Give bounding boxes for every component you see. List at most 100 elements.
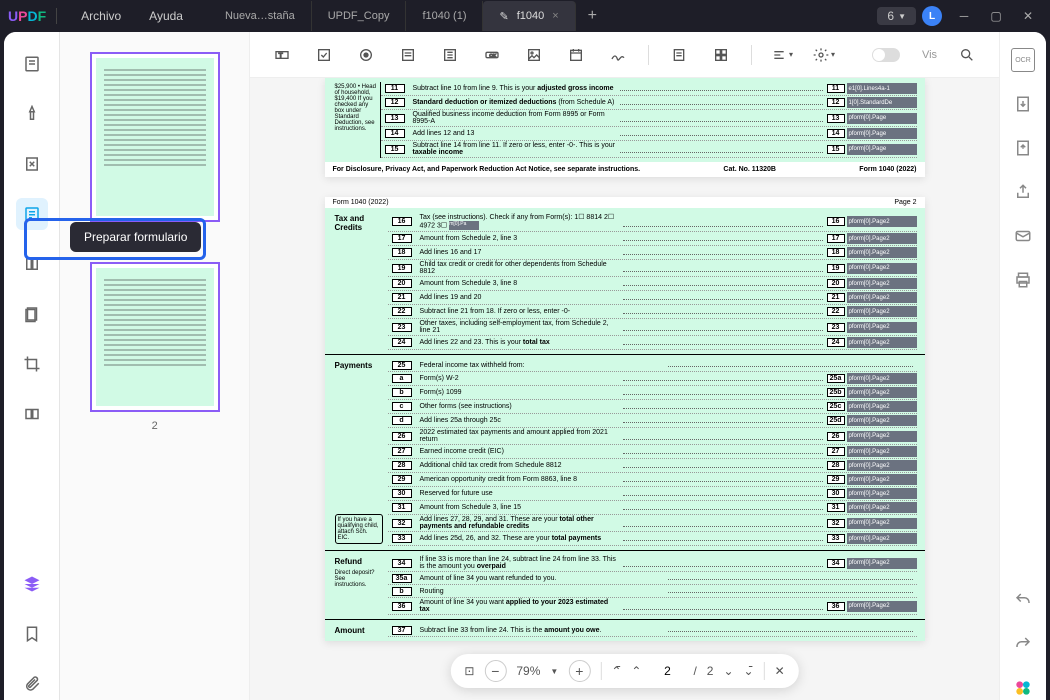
- form-field[interactable]: pform[0].Page: [847, 113, 917, 124]
- text-field-tool-icon[interactable]: T: [270, 43, 294, 67]
- form-field[interactable]: pform[0].Page2: [847, 533, 917, 544]
- close-button[interactable]: ✕: [1014, 4, 1042, 28]
- organize-tool-icon[interactable]: [16, 248, 48, 280]
- highlight-tool-icon[interactable]: [16, 98, 48, 130]
- convert-icon[interactable]: [1011, 92, 1035, 116]
- form-field[interactable]: pform[0].Page2: [847, 488, 917, 499]
- line-number: 15: [385, 145, 405, 154]
- form-field[interactable]: pform[0].Page2: [847, 322, 917, 333]
- form-field[interactable]: pform[0].Page: [847, 144, 917, 155]
- visibility-toggle[interactable]: [872, 48, 900, 62]
- redo-icon[interactable]: [1011, 632, 1035, 656]
- ocr-icon[interactable]: OCR: [1011, 48, 1035, 72]
- form-field[interactable]: pform[0].Page2: [847, 460, 917, 471]
- form-field[interactable]: pform[0].Page2: [847, 233, 917, 244]
- zoom-out-button[interactable]: −: [484, 660, 506, 682]
- menu-archivo[interactable]: Archivo: [67, 9, 135, 23]
- maximize-button[interactable]: ▢: [982, 4, 1010, 28]
- new-tab-button[interactable]: +: [576, 1, 609, 31]
- ai-icon[interactable]: [1011, 676, 1035, 700]
- notification-badge[interactable]: 6 ▼: [877, 7, 916, 25]
- page-tool-icon[interactable]: [16, 298, 48, 330]
- zoom-in-button[interactable]: +: [568, 660, 590, 682]
- form-field[interactable]: pform[0].Page2: [847, 601, 917, 612]
- form-field[interactable]: pform[0].Page2: [847, 518, 917, 529]
- fit-icon[interactable]: ⊡: [464, 664, 474, 678]
- inline-form-field[interactable]: m[0].Pa: [449, 221, 479, 230]
- export-icon[interactable]: [1011, 136, 1035, 160]
- line-number: 23: [392, 323, 412, 332]
- grid-icon[interactable]: [709, 43, 733, 67]
- form-field[interactable]: pform[0].Page2: [847, 278, 917, 289]
- form-field[interactable]: e1[0].Lines4a-1: [847, 83, 917, 94]
- form-list-icon[interactable]: [667, 43, 691, 67]
- align-icon[interactable]: ▾: [770, 43, 794, 67]
- line-text: Form(s) W-2: [416, 375, 620, 382]
- user-avatar[interactable]: L: [922, 6, 942, 26]
- form-field[interactable]: pform[0].Page2: [847, 502, 917, 513]
- tab-strip: Nueva…staña UPDF_Copy f1040 (1) ✎ f1040 …: [209, 1, 877, 31]
- close-icon[interactable]: ×: [552, 10, 558, 22]
- tab-f1040[interactable]: ✎ f1040 ×: [483, 1, 575, 31]
- form-field[interactable]: pform[0].Page2: [847, 415, 917, 426]
- first-page-button[interactable]: ⌃̄: [611, 664, 621, 678]
- dropdown-tool-icon[interactable]: [396, 43, 420, 67]
- next-page-button[interactable]: ⌄: [723, 664, 733, 678]
- edit-tool-icon[interactable]: [16, 148, 48, 180]
- form-field[interactable]: pform[0].Page2: [847, 446, 917, 457]
- thumbnail-1[interactable]: 1: [76, 52, 233, 242]
- form-field[interactable]: pform[0].Page2: [847, 373, 917, 384]
- undo-icon[interactable]: [1011, 588, 1035, 612]
- form-field[interactable]: pform[0].Page2: [847, 306, 917, 317]
- line-number-right: 21: [827, 293, 845, 302]
- form-row: 37Subtract line 33 from line 24. This is…: [388, 624, 917, 637]
- last-page-button[interactable]: ⌄̄: [744, 664, 754, 678]
- zoom-dropdown-icon[interactable]: ▼: [550, 667, 558, 676]
- menu-ayuda[interactable]: Ayuda: [135, 9, 197, 23]
- bookmark-icon[interactable]: [16, 618, 48, 650]
- tab-new[interactable]: Nueva…staña: [209, 1, 312, 31]
- print-icon[interactable]: [1011, 268, 1035, 292]
- compare-tool-icon[interactable]: [16, 398, 48, 430]
- form-field[interactable]: pform[0].Page: [847, 128, 917, 139]
- form-field[interactable]: pform[0].Page2: [847, 216, 917, 227]
- form-field[interactable]: pform[0].Page2: [847, 387, 917, 398]
- list-tool-icon[interactable]: [438, 43, 462, 67]
- radio-tool-icon[interactable]: [354, 43, 378, 67]
- form-row: cOther forms (see instructions)25cpform[…: [388, 400, 917, 414]
- form-row: 15Subtract line 14 from line 11. If zero…: [381, 141, 917, 158]
- form-field[interactable]: pform[0].Page2: [847, 474, 917, 485]
- email-icon[interactable]: [1011, 224, 1035, 248]
- tab-copy[interactable]: UPDF_Copy: [312, 1, 407, 31]
- button-tool-icon[interactable]: OK: [480, 43, 504, 67]
- page-current-input[interactable]: [651, 664, 683, 678]
- reader-tool-icon[interactable]: [16, 48, 48, 80]
- form-field[interactable]: pform[0].Page2: [847, 558, 917, 569]
- prepare-form-tool-icon[interactable]: [16, 198, 48, 230]
- titlebar: UPDF Archivo Ayuda Nueva…staña UPDF_Copy…: [0, 0, 1050, 32]
- settings-icon[interactable]: ▾: [812, 43, 836, 67]
- layers-icon[interactable]: [16, 568, 48, 600]
- form-field[interactable]: pform[0].Page2: [847, 431, 917, 442]
- share-icon[interactable]: [1011, 180, 1035, 204]
- document-viewport[interactable]: $25,900 • Head of household, $19,400 If …: [250, 78, 999, 700]
- thumbnail-2[interactable]: 2: [76, 262, 233, 432]
- search-icon[interactable]: [955, 43, 979, 67]
- attachment-icon[interactable]: [16, 668, 48, 700]
- line-text: Amount of line 34 you want refunded to y…: [416, 575, 665, 582]
- form-field[interactable]: pform[0].Page2: [847, 263, 917, 274]
- form-field[interactable]: pform[0].Page2: [847, 401, 917, 412]
- checkbox-tool-icon[interactable]: [312, 43, 336, 67]
- date-tool-icon[interactable]: [564, 43, 588, 67]
- prev-page-button[interactable]: ⌃: [631, 664, 641, 678]
- signature-tool-icon[interactable]: [606, 43, 630, 67]
- tab-f1040-1[interactable]: f1040 (1): [406, 1, 483, 31]
- crop-tool-icon[interactable]: [16, 348, 48, 380]
- form-field[interactable]: pform[0].Page2: [847, 292, 917, 303]
- form-field[interactable]: pform[0].Page2: [847, 247, 917, 258]
- image-tool-icon[interactable]: [522, 43, 546, 67]
- minimize-button[interactable]: ─: [950, 4, 978, 28]
- close-controls-button[interactable]: ✕: [775, 664, 785, 678]
- form-field[interactable]: 1[0].StandardDe: [847, 97, 917, 108]
- form-field[interactable]: pform[0].Page2: [847, 337, 917, 348]
